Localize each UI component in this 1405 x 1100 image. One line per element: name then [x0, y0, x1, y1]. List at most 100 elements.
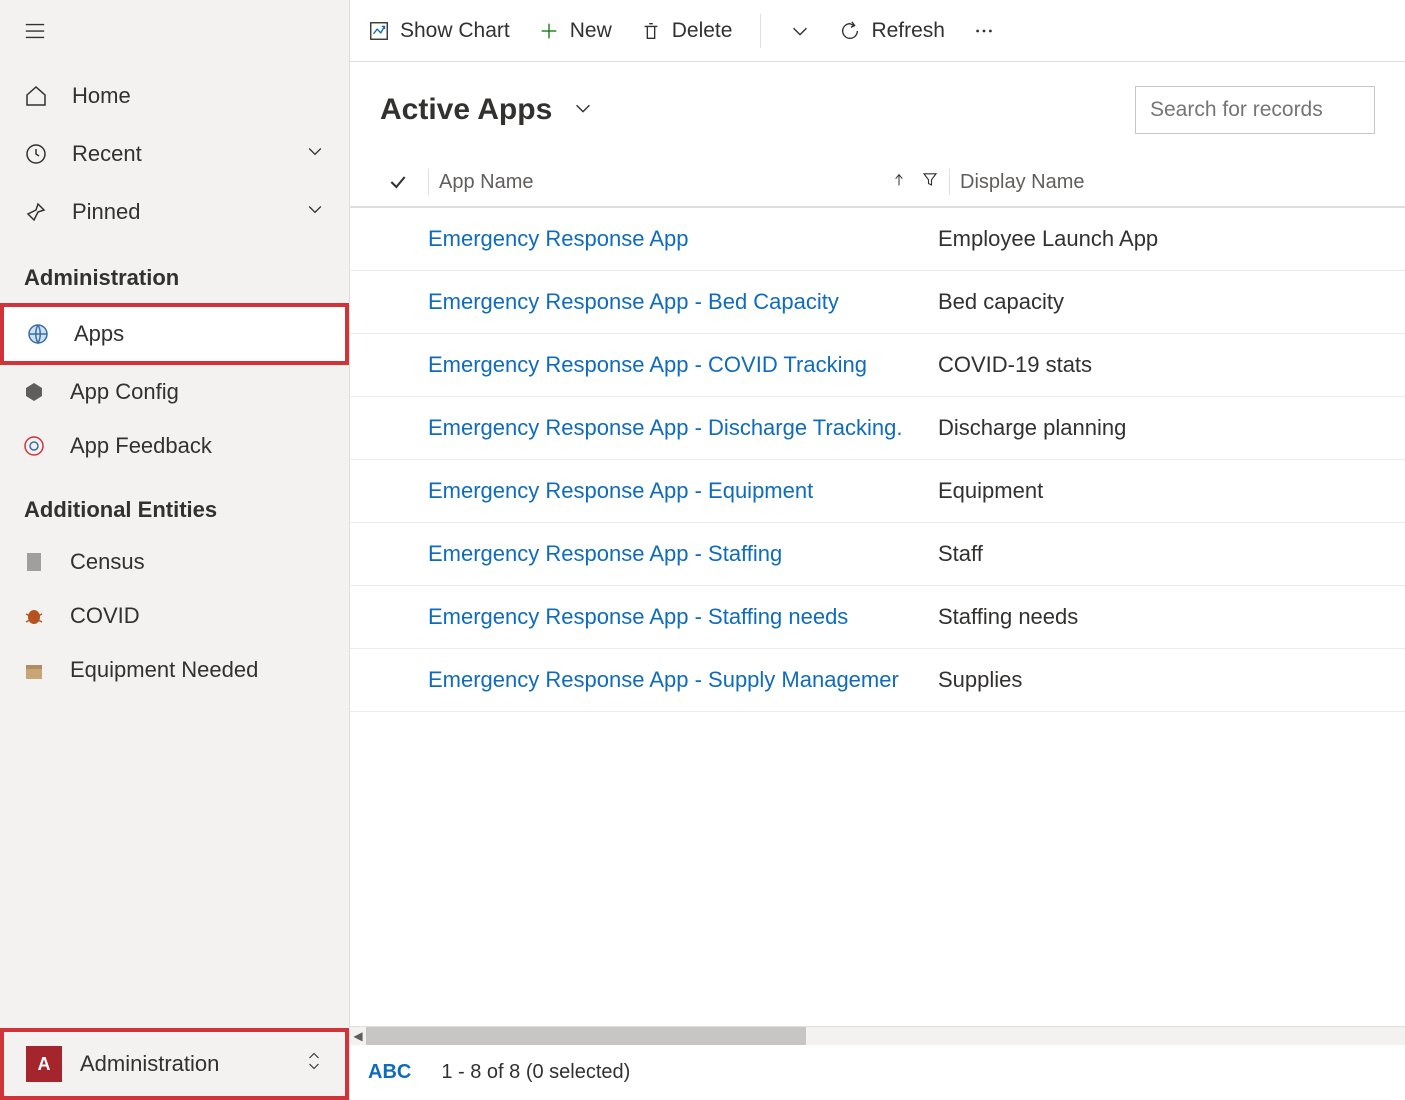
divider: [428, 169, 429, 195]
display-name-cell: Staffing needs: [938, 604, 1387, 630]
command-bar: Show Chart New Delete Refresh: [350, 0, 1405, 62]
sidebar-item-apps[interactable]: Apps: [4, 307, 345, 361]
chevron-down-icon: [789, 20, 811, 42]
nav-home-label: Home: [72, 83, 131, 109]
display-name-cell: Discharge planning: [938, 415, 1387, 441]
refresh-icon: [839, 20, 861, 42]
abc-jump[interactable]: ABC: [368, 1061, 411, 1084]
col-header-app-name[interactable]: App Name: [439, 170, 939, 194]
table-row[interactable]: Emergency Response App - Staffing needsS…: [350, 586, 1405, 649]
nav-pinned[interactable]: Pinned: [0, 183, 349, 241]
app-name-link[interactable]: Emergency Response App - Staffing: [428, 541, 938, 567]
clock-icon: [24, 142, 48, 166]
table-row[interactable]: Emergency Response App - Discharge Track…: [350, 397, 1405, 460]
display-name-cell: Bed capacity: [938, 289, 1387, 315]
display-name-cell: Equipment: [938, 478, 1387, 504]
search-input[interactable]: [1135, 86, 1375, 134]
section-administration: Administration: [0, 241, 349, 303]
table-row[interactable]: Emergency Response App - StaffingStaff: [350, 523, 1405, 586]
col-app-label: App Name: [439, 171, 534, 194]
highlight-apps: Apps: [0, 303, 349, 365]
bug-icon: [22, 604, 46, 628]
box-icon: [22, 658, 46, 682]
chevron-down-icon: [305, 199, 325, 225]
grid-header: App Name Display Name: [350, 158, 1405, 208]
sidebar-covid-label: COVID: [70, 603, 140, 629]
app-name-link[interactable]: Emergency Response App - COVID Tracking: [428, 352, 938, 378]
main: Show Chart New Delete Refresh Active App…: [350, 0, 1405, 1100]
section-additional: Additional Entities: [0, 473, 349, 535]
scroll-thumb[interactable]: [366, 1027, 806, 1045]
globe-icon: [26, 322, 50, 346]
display-name-cell: Staff: [938, 541, 1387, 567]
divider: [760, 14, 761, 48]
new-button[interactable]: New: [538, 19, 612, 43]
table-row[interactable]: Emergency Response App - COVID TrackingC…: [350, 334, 1405, 397]
app-name-link[interactable]: Emergency Response App: [428, 226, 938, 252]
hamburger-icon: [24, 20, 46, 42]
app-name-link[interactable]: Emergency Response App - Bed Capacity: [428, 289, 938, 315]
sidebar-item-equipment-needed[interactable]: Equipment Needed: [0, 643, 349, 697]
view-dropdown[interactable]: [572, 97, 594, 124]
record-count: 1 - 8 of 8 (0 selected): [441, 1061, 630, 1084]
display-name-cell: Employee Launch App: [938, 226, 1387, 252]
delete-label: Delete: [672, 19, 733, 43]
sidebar-item-app-feedback[interactable]: App Feedback: [0, 419, 349, 473]
display-name-cell: Supplies: [938, 667, 1387, 693]
home-icon: [24, 84, 48, 108]
sidebar-app-feedback-label: App Feedback: [70, 433, 212, 459]
sidebar-item-census[interactable]: Census: [0, 535, 349, 589]
sidebar: Home Recent Pinned Administration Apps A…: [0, 0, 350, 1100]
select-all-checkbox[interactable]: [378, 172, 418, 192]
view-bar: Active Apps: [350, 62, 1405, 158]
sort-up-icon[interactable]: [891, 171, 907, 194]
new-label: New: [570, 19, 612, 43]
updown-icon: [305, 1050, 323, 1078]
show-chart-button[interactable]: Show Chart: [368, 19, 510, 43]
filter-icon[interactable]: [921, 170, 939, 194]
grid-body: Emergency Response AppEmployee Launch Ap…: [350, 208, 1405, 1026]
trash-icon: [640, 20, 662, 42]
col-disp-label: Display Name: [960, 171, 1084, 194]
sidebar-apps-label: Apps: [74, 321, 124, 347]
table-row[interactable]: Emergency Response AppEmployee Launch Ap…: [350, 208, 1405, 271]
hamburger-button[interactable]: [0, 0, 349, 67]
view-title: Active Apps: [380, 93, 552, 127]
area-switcher[interactable]: A Administration: [0, 1028, 349, 1100]
display-name-cell: COVID-19 stats: [938, 352, 1387, 378]
table-row[interactable]: Emergency Response App - Bed CapacityBed…: [350, 271, 1405, 334]
delete-dropdown[interactable]: [789, 20, 811, 42]
nav-recent[interactable]: Recent: [0, 125, 349, 183]
nav-home[interactable]: Home: [0, 67, 349, 125]
sidebar-app-config-label: App Config: [70, 379, 179, 405]
app-name-link[interactable]: Emergency Response App - Staffing needs: [428, 604, 938, 630]
sidebar-census-label: Census: [70, 549, 145, 575]
col-header-display-name[interactable]: Display Name: [960, 171, 1387, 194]
nav-pinned-label: Pinned: [72, 199, 141, 225]
app-name-link[interactable]: Emergency Response App - Supply Manageme…: [428, 667, 938, 693]
horizontal-scrollbar[interactable]: ◀: [350, 1026, 1405, 1044]
scroll-left-icon[interactable]: ◀: [350, 1029, 366, 1043]
refresh-label: Refresh: [871, 19, 945, 43]
area-label: Administration: [80, 1051, 219, 1077]
table-row[interactable]: Emergency Response App - Supply Manageme…: [350, 649, 1405, 712]
document-icon: [22, 550, 46, 574]
divider: [949, 169, 950, 195]
table-row[interactable]: Emergency Response App - EquipmentEquipm…: [350, 460, 1405, 523]
delete-button[interactable]: Delete: [640, 19, 733, 43]
grid-footer: ABC 1 - 8 of 8 (0 selected): [350, 1044, 1405, 1100]
chevron-down-icon: [305, 141, 325, 167]
more-button[interactable]: [973, 20, 995, 42]
plus-icon: [538, 20, 560, 42]
hexagon-icon: [22, 380, 46, 404]
show-chart-label: Show Chart: [400, 19, 510, 43]
scroll-track[interactable]: [366, 1027, 1405, 1045]
area-badge: A: [26, 1046, 62, 1082]
nav-recent-label: Recent: [72, 141, 142, 167]
app-name-link[interactable]: Emergency Response App - Discharge Track…: [428, 415, 938, 441]
sidebar-item-app-config[interactable]: App Config: [0, 365, 349, 419]
app-name-link[interactable]: Emergency Response App - Equipment: [428, 478, 938, 504]
pin-icon: [24, 200, 48, 224]
refresh-button[interactable]: Refresh: [839, 19, 945, 43]
sidebar-item-covid[interactable]: COVID: [0, 589, 349, 643]
